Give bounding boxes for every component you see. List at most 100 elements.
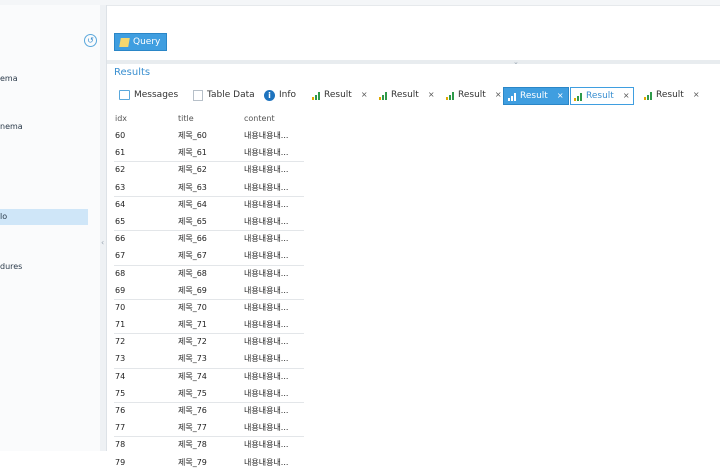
close-icon[interactable]: ×	[557, 88, 564, 104]
table-row[interactable]: 73 제목_73 내용내용내...	[114, 350, 304, 367]
bar-chart-icon	[644, 91, 652, 100]
cell-content: 내용내용내...	[244, 182, 289, 192]
table-row[interactable]: 72 제목_72 내용내용내...	[114, 333, 304, 350]
tab-label: Result	[520, 91, 548, 101]
cell-idx: 66	[115, 234, 126, 244]
vertical-splitter[interactable]	[100, 5, 107, 451]
query-button[interactable]: Query	[114, 33, 168, 51]
close-icon[interactable]: ×	[623, 88, 630, 104]
tab-result-2[interactable]: Result ×	[379, 87, 435, 103]
cell-idx: 65	[115, 216, 126, 226]
sidebar-item-schema-2[interactable]: nema	[0, 119, 88, 135]
history-icon[interactable]: ↺	[84, 34, 97, 47]
cell-title: 제목_63	[178, 182, 207, 192]
cell-title: 제목_77	[178, 423, 207, 433]
table-row[interactable]: 60 제목_60 내용내용내...	[114, 127, 304, 144]
table-row[interactable]: 61 제목_61 내용내용내...	[114, 144, 304, 161]
cell-content: 내용내용내...	[244, 388, 289, 398]
table-row[interactable]: 77 제목_77 내용내용내...	[114, 419, 304, 436]
sidebar-item-label: nema	[0, 122, 23, 131]
cell-idx: 60	[115, 131, 126, 140]
chevron-down-icon[interactable]: ⌄	[513, 58, 519, 66]
sidebar-item-label: dures	[0, 262, 23, 271]
cell-idx: 75	[115, 388, 126, 398]
table-row[interactable]: 68 제목_68 내용내용내...	[114, 264, 304, 282]
close-icon[interactable]: ×	[693, 87, 700, 103]
cell-title: 제목_70	[178, 302, 207, 312]
results-title: Results	[114, 67, 151, 78]
cell-title: 제목_75	[178, 388, 207, 398]
chevron-left-icon[interactable]: ‹	[101, 238, 104, 247]
cell-idx: 73	[115, 354, 126, 364]
column-header-title[interactable]: title	[178, 111, 194, 127]
table-row[interactable]: 66 제목_66 내용내용내...	[114, 230, 304, 247]
cell-content: 내용내용내...	[244, 216, 289, 226]
sidebar-item-procedures[interactable]: dures	[0, 259, 88, 275]
table-row[interactable]: 74 제목_74 내용내용내...	[114, 367, 304, 385]
table-row[interactable]: 75 제목_75 내용내용내...	[114, 385, 304, 402]
sidebar-item-selected[interactable]: lo	[0, 209, 88, 225]
cell-title: 제목_71	[178, 320, 207, 330]
tab-table-data[interactable]: Table Data	[193, 87, 255, 103]
table-row[interactable]: 65 제목_65 내용내용내...	[114, 213, 304, 230]
tab-label: Result	[586, 91, 614, 101]
tab-label: Result	[391, 90, 419, 100]
cell-title: 제목_66	[178, 234, 207, 244]
table-row[interactable]: 69 제목_69 내용내용내...	[114, 282, 304, 299]
table-row[interactable]: 71 제목_71 내용내용내...	[114, 316, 304, 333]
cell-title: 제목_69	[178, 285, 207, 295]
close-icon[interactable]: ×	[428, 87, 435, 103]
table-row[interactable]: 76 제목_76 내용내용내...	[114, 402, 304, 419]
cell-title: 제목_62	[178, 165, 207, 175]
table-row[interactable]: 67 제목_67 내용내용내...	[114, 247, 304, 264]
horizontal-splitter[interactable]	[107, 60, 720, 64]
cell-idx: 74	[115, 371, 126, 381]
cell-idx: 67	[115, 251, 126, 261]
cell-title: 제목_65	[178, 216, 207, 226]
cell-idx: 68	[115, 268, 126, 278]
result-grid: idx title content 60 제목_60 내용내용내... 61 제목_61…	[114, 111, 304, 471]
cell-idx: 77	[115, 423, 126, 433]
tab-result-6[interactable]: Result ×	[644, 87, 700, 103]
cell-content: 내용내용내...	[244, 131, 289, 140]
cell-content: 내용내용내...	[244, 354, 289, 364]
table-row[interactable]: 79 제목_79 내용내용내...	[114, 454, 304, 471]
message-icon	[119, 90, 130, 100]
results-tab-bar: Messages Table Data i Info Result × Resu…	[107, 87, 720, 107]
table-icon	[193, 89, 203, 101]
table-row[interactable]: 70 제목_70 내용내용내...	[114, 298, 304, 316]
cell-title: 제목_73	[178, 354, 207, 364]
cell-idx: 71	[115, 320, 126, 330]
query-button-label: Query	[133, 37, 161, 47]
close-icon[interactable]: ×	[361, 87, 368, 103]
cell-idx: 61	[115, 148, 126, 158]
cell-content: 내용내용내...	[244, 457, 289, 467]
cell-content: 내용내용내...	[244, 285, 289, 295]
column-header-idx[interactable]: idx	[115, 111, 127, 127]
cell-title: 제목_61	[178, 148, 207, 158]
column-header-content[interactable]: content	[244, 111, 275, 127]
tab-info[interactable]: i Info	[264, 87, 296, 103]
bar-chart-icon	[508, 92, 516, 101]
cell-content: 내용내용내...	[244, 251, 289, 261]
cell-content: 내용내용내...	[244, 440, 289, 450]
table-row[interactable]: 64 제목_64 내용내용내...	[114, 195, 304, 213]
close-icon[interactable]: ×	[495, 87, 502, 103]
cell-content: 내용내용내...	[244, 165, 289, 175]
cell-content: 내용내용내...	[244, 423, 289, 433]
sidebar-item-schema[interactable]: ema	[0, 71, 88, 87]
cell-idx: 69	[115, 285, 126, 295]
cell-idx: 62	[115, 165, 126, 175]
tab-result-3[interactable]: Result ×	[446, 87, 502, 103]
tab-result-1[interactable]: Result ×	[312, 87, 368, 103]
grid-header: idx title content	[114, 111, 304, 127]
cell-idx: 76	[115, 406, 126, 415]
table-row[interactable]: 62 제목_62 내용내용내...	[114, 161, 304, 178]
tab-label: Messages	[134, 90, 179, 100]
table-row[interactable]: 63 제목_63 내용내용내...	[114, 179, 304, 196]
tab-messages[interactable]: Messages	[119, 87, 178, 103]
tab-label: Result	[324, 90, 352, 100]
cell-title: 제목_76	[178, 406, 207, 415]
tab-result-4-active[interactable]: Result ×	[503, 87, 569, 105]
tab-result-5[interactable]: Result ×	[570, 87, 634, 105]
